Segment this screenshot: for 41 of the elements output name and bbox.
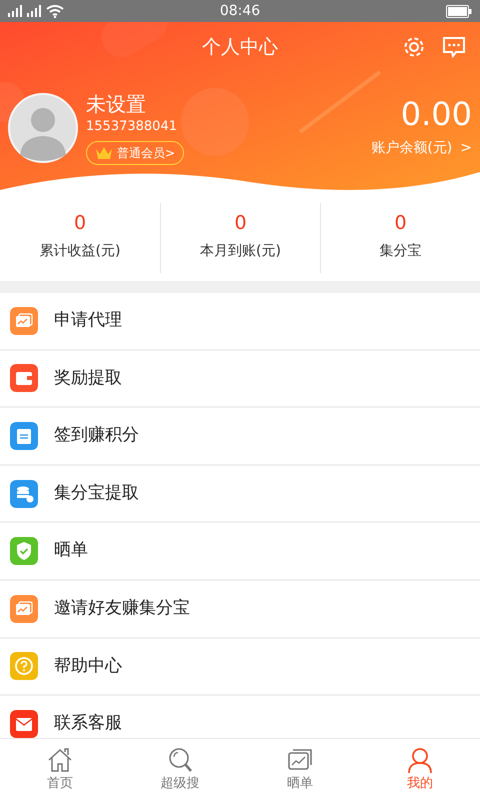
- menu-item[interactable]: 邀请好友赚集分宝: [0, 580, 480, 639]
- menu-item[interactable]: 晒单: [0, 523, 480, 581]
- shield-check-icon: [10, 537, 38, 566]
- user-name: 未设置: [86, 92, 146, 117]
- phone-number: 15537388041: [86, 118, 177, 136]
- database-icon: [10, 480, 38, 508]
- wifi-icon: [46, 4, 64, 18]
- stat-label: 本月到账(元): [200, 242, 281, 261]
- stat-value: 0: [74, 214, 86, 233]
- menu-item[interactable]: 签到赚积分: [0, 408, 480, 466]
- avatar: [8, 93, 78, 164]
- settings-icon[interactable]: [402, 35, 426, 59]
- nav-tab[interactable]: 超级搜: [120, 739, 240, 800]
- menu-item[interactable]: 申请代理: [0, 293, 480, 351]
- menu-item[interactable]: 集分宝提取: [0, 466, 480, 524]
- help-icon: [10, 652, 38, 680]
- search-icon: [166, 746, 194, 774]
- envelope-icon: [10, 710, 38, 738]
- nav-tab[interactable]: 首页: [0, 739, 120, 800]
- signal-icon: [8, 5, 23, 17]
- menu-item[interactable]: 奖励提取: [0, 350, 480, 408]
- crown-icon: [95, 146, 113, 160]
- wallet-icon: [10, 364, 38, 392]
- battery-icon: [446, 4, 472, 18]
- balance-amount: 0.00: [400, 98, 472, 130]
- chart-icon: [10, 306, 38, 335]
- home-icon: [46, 746, 74, 774]
- stat-label: 累计收益(元): [40, 242, 120, 261]
- stat-label: 集分宝: [380, 242, 422, 261]
- signal-icon: [27, 5, 42, 17]
- page-title: 个人中心: [202, 34, 278, 60]
- stat-value: 0: [394, 214, 407, 233]
- calendar-icon: [10, 422, 38, 450]
- menu-item[interactable]: 联系客服: [0, 696, 480, 738]
- chart-icon: [10, 594, 38, 623]
- stat-value: 0: [234, 214, 247, 233]
- nav-tab[interactable]: 晒单: [240, 739, 360, 800]
- menu-item[interactable]: 帮助中心: [0, 638, 480, 696]
- message-icon[interactable]: [442, 36, 466, 58]
- status-time: 08:46: [220, 2, 260, 20]
- person-icon: [406, 746, 434, 774]
